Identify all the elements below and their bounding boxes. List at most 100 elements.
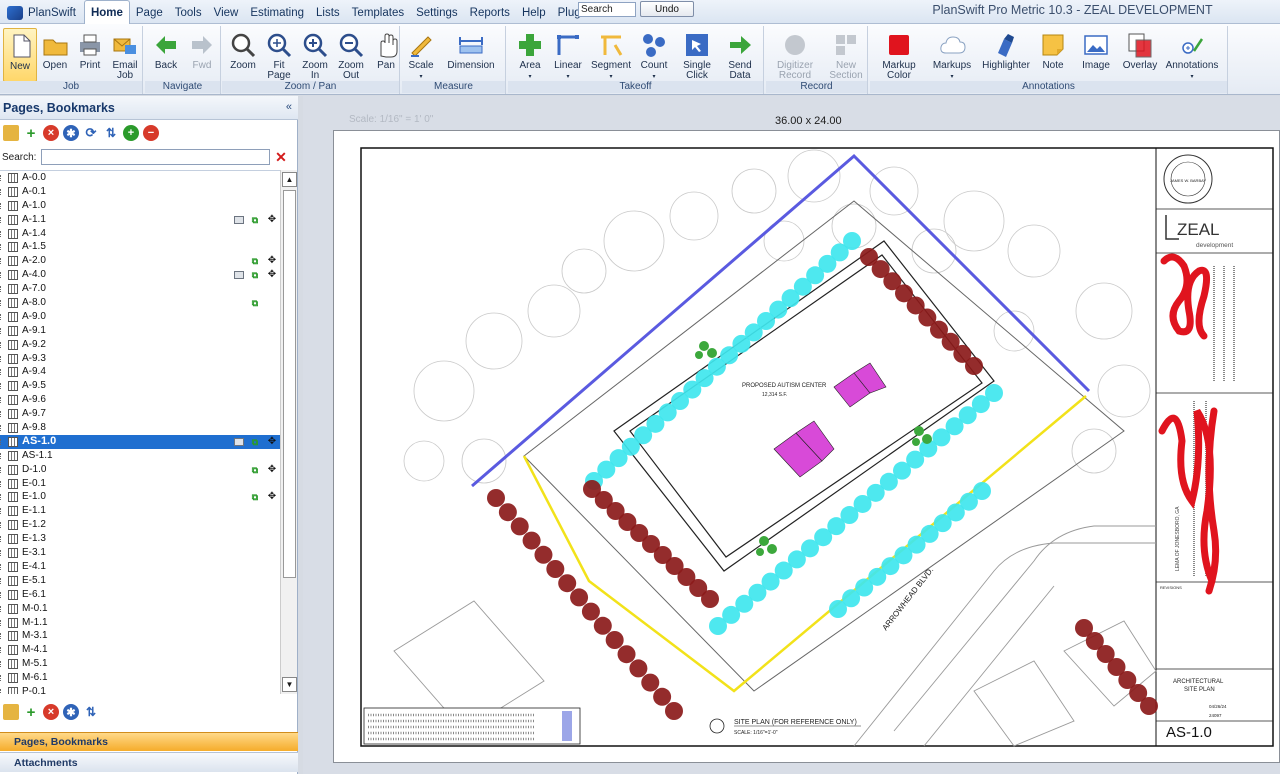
existing-tree-marker[interactable]	[546, 560, 565, 578]
sort-icon[interactable]: ⇅	[83, 704, 99, 720]
existing-tree-marker[interactable]	[498, 503, 517, 522]
send-data-button[interactable]: Send Data▾	[721, 28, 759, 90]
layout-icon[interactable]	[234, 271, 244, 280]
tree-page-m-0.1[interactable]: M-0.1	[0, 602, 280, 616]
tree-page-p-0.1[interactable]: P-0.1	[0, 685, 280, 694]
tree-page-as-1.1[interactable]: AS-1.1	[0, 449, 280, 463]
overlay-button[interactable]: Overlay	[1119, 28, 1161, 82]
segment-button[interactable]: Segment ▾	[587, 28, 635, 82]
tree-page-e-4.1[interactable]: E-4.1	[0, 560, 280, 574]
tree-search-input[interactable]	[41, 149, 270, 165]
zoom-out-button[interactable]: Zoom Out	[333, 28, 369, 82]
tree-page-e-3.1[interactable]: E-3.1	[0, 546, 280, 560]
area-button[interactable]: Area ▾	[511, 28, 549, 82]
takeoff-icon[interactable]: ⧉	[250, 270, 260, 280]
tree-page-a-9.4[interactable]: A-9.4	[0, 365, 280, 379]
takeoff-icon[interactable]: ⧉	[250, 298, 260, 308]
menu-estimating[interactable]: Estimating	[244, 2, 310, 24]
properties-gear-icon[interactable]: ✱	[63, 125, 79, 141]
tree-page-a-9.7[interactable]: A-9.7	[0, 407, 280, 421]
tree-page-a-1.0[interactable]: A-1.0	[0, 199, 280, 213]
note-button[interactable]: Note	[1033, 28, 1073, 82]
tree-page-a-9.0[interactable]: A-9.0	[0, 310, 280, 324]
single-click-button[interactable]: Single Click▾	[673, 28, 721, 90]
fwd-button[interactable]: Fwd	[184, 28, 220, 82]
existing-tree-marker[interactable]	[653, 687, 672, 706]
move-icon[interactable]: ✥	[267, 436, 277, 447]
email-job-button[interactable]: Email Job	[107, 28, 143, 82]
section-pages-bookmarks[interactable]: Pages, Bookmarks	[0, 732, 298, 751]
new-tree-marker[interactable]	[829, 600, 847, 618]
takeoff-icon[interactable]: ⧉	[250, 437, 260, 447]
takeoff-icon[interactable]: ⧉	[250, 256, 260, 266]
existing-tree-marker[interactable]	[581, 602, 600, 621]
move-icon[interactable]: ✥	[267, 256, 277, 266]
existing-tree-marker[interactable]	[510, 517, 529, 536]
tree-page-a-9.6[interactable]: A-9.6	[0, 393, 280, 407]
markups-button[interactable]: Markups ▾	[925, 28, 979, 82]
linear-button[interactable]: Linear ▾	[549, 28, 587, 82]
tree-page-a-1.5[interactable]: A-1.5	[0, 240, 280, 254]
tree-page-e-1.1[interactable]: E-1.1	[0, 504, 280, 518]
tree-page-m-4.1[interactable]: M-4.1	[0, 643, 280, 657]
new-section-button[interactable]: New Section▾	[821, 28, 871, 90]
existing-tree-marker[interactable]	[605, 631, 624, 649]
takeoff-icon[interactable]: ⧉	[250, 215, 260, 225]
existing-tree-marker[interactable]	[593, 616, 612, 635]
tree-page-e-6.1[interactable]: E-6.1	[0, 588, 280, 602]
scroll-thumb[interactable]	[283, 190, 296, 578]
app-menu-planswift[interactable]: PlanSwift	[0, 2, 84, 24]
tree-page-e-1.3[interactable]: E-1.3	[0, 532, 280, 546]
menu-reports[interactable]: Reports	[464, 2, 516, 24]
tree-page-m-3.1[interactable]: M-3.1	[0, 629, 280, 643]
tree-page-a-9.2[interactable]: A-9.2	[0, 338, 280, 352]
menu-view[interactable]: View	[208, 2, 245, 24]
layout-icon[interactable]	[234, 437, 244, 446]
scroll-down-icon[interactable]: ▼	[282, 677, 297, 692]
tree-page-a-4.0[interactable]: A-4.0 ⧉ ✥	[0, 268, 280, 282]
new-tree-marker[interactable]	[709, 617, 727, 635]
tree-page-a-1.1[interactable]: A-1.1 ⧉ ✥	[0, 213, 280, 227]
tree-page-a-2.0[interactable]: A-2.0 ⧉ ✥	[0, 254, 280, 268]
print-button[interactable]: Print	[73, 28, 107, 82]
move-icon[interactable]: ✥	[267, 492, 277, 502]
open-button[interactable]: Open	[37, 28, 73, 82]
collapse-all-icon[interactable]: −	[143, 125, 159, 141]
quick-search-input[interactable]	[578, 2, 636, 17]
existing-tree-marker[interactable]	[629, 659, 648, 678]
menu-home[interactable]: Home	[83, 0, 130, 24]
tree-page-a-0.0[interactable]: A-0.0	[0, 171, 280, 185]
markup-color-button[interactable]: Markup Color▾	[873, 28, 925, 90]
site-plan-drawing[interactable]: PROPOSED AUTISM CENTER 12,314 S.F. ARROW…	[334, 131, 1280, 764]
zoom-in-button[interactable]: Zoom In	[297, 28, 333, 82]
tree-page-m-1.1[interactable]: M-1.1	[0, 616, 280, 630]
takeoff-icon[interactable]: ⧉	[250, 492, 260, 502]
tree-page-a-9.1[interactable]: A-9.1	[0, 324, 280, 338]
move-icon[interactable]: ✥	[267, 464, 277, 475]
digitizer-record-button[interactable]: Digitizer Record▾	[769, 28, 821, 90]
dimension-button[interactable]: Dimension	[437, 28, 505, 82]
menu-lists[interactable]: Lists	[310, 2, 346, 24]
menu-help[interactable]: Help	[516, 2, 552, 24]
existing-tree-marker[interactable]	[665, 702, 683, 720]
menu-tools[interactable]: Tools	[169, 2, 208, 24]
undo-button[interactable]: Undo	[640, 1, 694, 17]
existing-tree-marker[interactable]	[487, 489, 505, 507]
tree-page-a-9.5[interactable]: A-9.5	[0, 379, 280, 393]
tree-page-as-1.0[interactable]: AS-1.0 ⧉ ✥	[0, 434, 280, 449]
tree-page-m-5.1[interactable]: M-5.1	[0, 657, 280, 671]
menu-page[interactable]: Page	[130, 2, 169, 24]
tree-scrollbar[interactable]: ▲ ▼	[280, 170, 297, 694]
existing-tree-marker[interactable]	[558, 574, 577, 593]
expand-all-icon[interactable]: +	[123, 125, 139, 141]
existing-tree-marker[interactable]	[1140, 697, 1158, 715]
move-icon[interactable]: ✥	[267, 214, 277, 225]
refresh-icon[interactable]: ⟳	[83, 125, 99, 141]
existing-tree-marker[interactable]	[701, 590, 719, 608]
drawing-sheet[interactable]: PROPOSED AUTISM CENTER 12,314 S.F. ARROW…	[333, 130, 1280, 763]
tree-page-a-9.3[interactable]: A-9.3	[0, 352, 280, 366]
move-icon[interactable]: ✥	[267, 270, 277, 280]
tree-page-e-1.0[interactable]: E-1.0 ⧉ ✥	[0, 490, 280, 504]
section-attachments[interactable]: Attachments	[0, 752, 298, 772]
count-button[interactable]: Count ▾	[635, 28, 673, 82]
